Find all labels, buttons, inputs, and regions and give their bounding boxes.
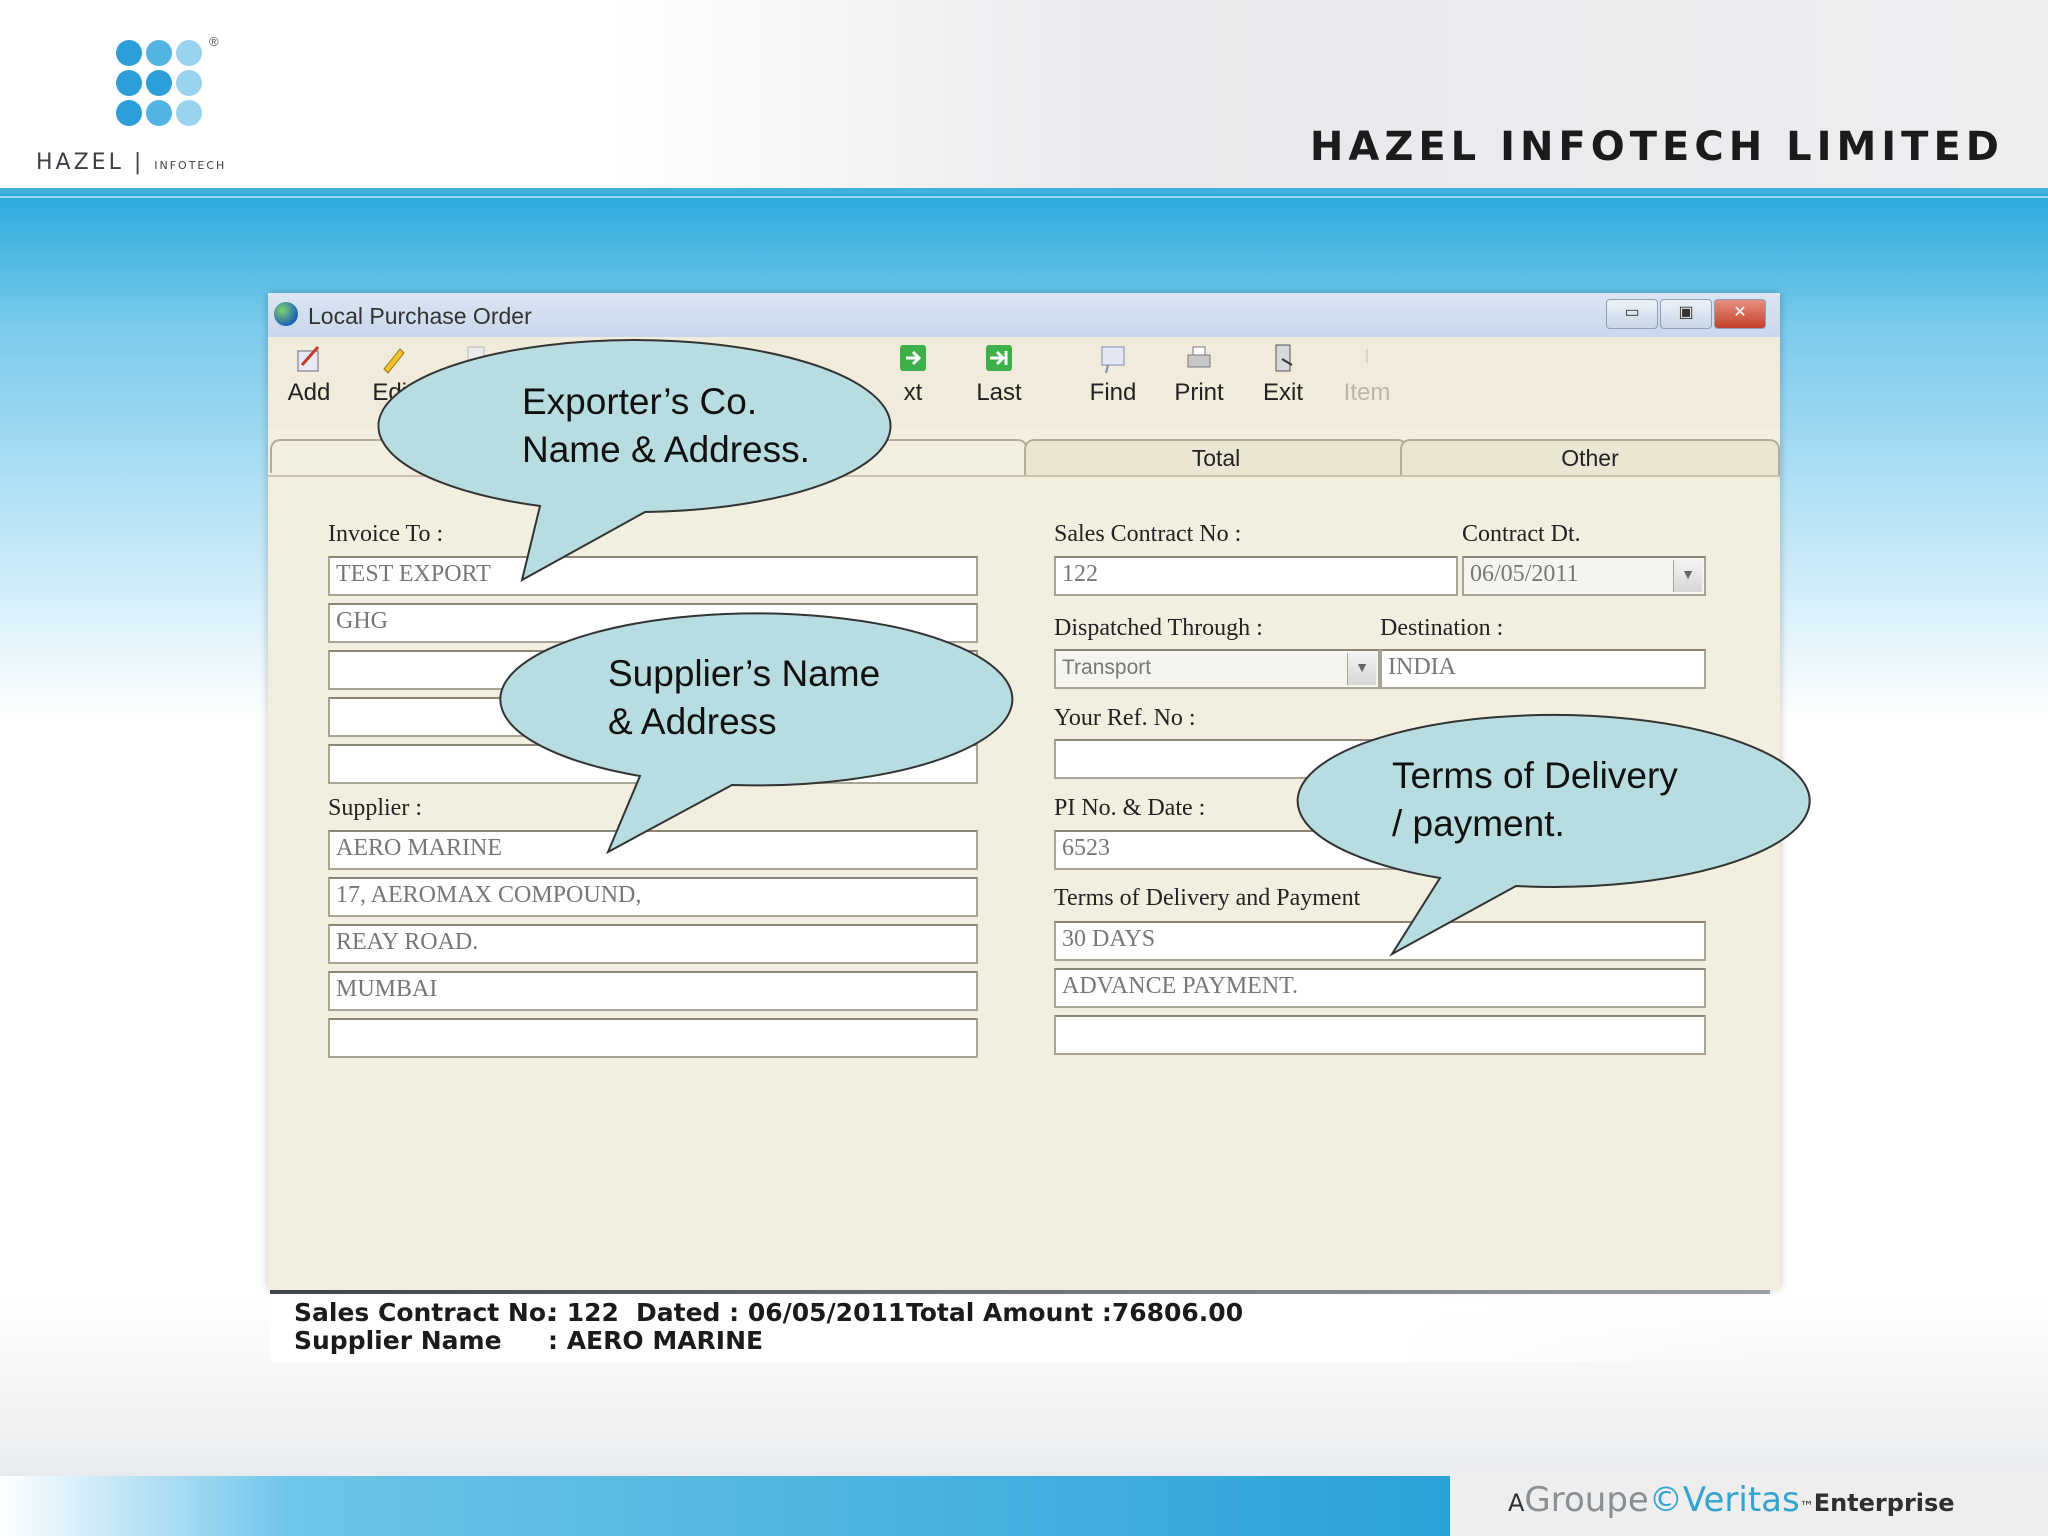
callout-terms-bubble [1296, 713, 1811, 957]
groupe-veritas-logo: AGroupe©Veritas™Enterprise [1508, 1480, 1955, 1520]
callout-terms-line-2: / payment. [1392, 803, 1565, 844]
brand-groupe: Groupe [1524, 1480, 1649, 1520]
brand-a: A [1508, 1489, 1525, 1517]
footer-bar [0, 1476, 1450, 1536]
footer-brand: AGroupe©Veritas™Enterprise [1450, 1470, 2048, 1536]
veritas-swirl-icon: © [1648, 1480, 1683, 1520]
brand-veritas: Veritas [1682, 1480, 1800, 1520]
brand-enterprise: Enterprise [1813, 1489, 1955, 1517]
brand-tm: ™ [1799, 1499, 1814, 1515]
callout-terms-line-1: Terms of Delivery [1392, 755, 1678, 796]
